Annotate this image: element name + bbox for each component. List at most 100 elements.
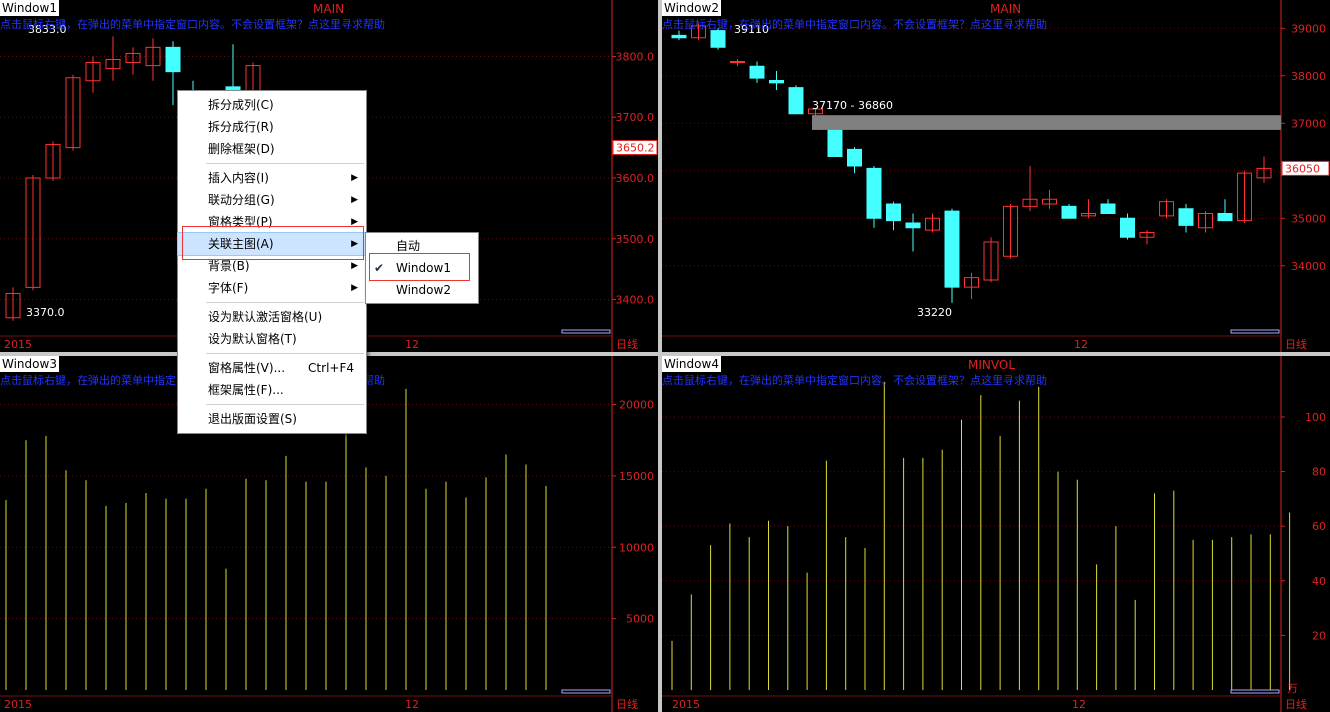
menu-item-label: 删除框架(D): [208, 142, 275, 156]
window1-help-hint[interactable]: 点击鼠标右键，在弹出的菜单中指定窗口内容。不会设置框架？点这里寻求帮助: [0, 16, 385, 32]
candle-body: [671, 34, 687, 39]
x-axis-label: 12: [405, 698, 419, 711]
candle-body: [1061, 205, 1077, 219]
menu-item[interactable]: 退出版面设置(S): [178, 408, 366, 430]
scroll-indicator: [561, 329, 611, 334]
menu-item-label: 窗格属性(V)...: [208, 361, 286, 375]
submenu-item[interactable]: ✔ Window1: [366, 257, 478, 279]
menu-item[interactable]: 设为默认激活窗格(U): [178, 306, 366, 328]
candle-body: [1100, 203, 1116, 214]
menu-item[interactable]: 设为默认窗格(T): [178, 328, 366, 350]
y-tick-label: 3800.0: [616, 50, 655, 63]
y-tick-label: 3700.0: [616, 111, 655, 124]
menu-item-label: 退出版面设置(S): [208, 412, 297, 426]
submenu-item-label: Window2: [396, 283, 451, 297]
window4-pane-type: MINVOL: [968, 358, 1015, 372]
menu-item-label: 设为默认窗格(T): [208, 332, 297, 346]
window2-help-hint[interactable]: 点击鼠标右键，在弹出的菜单中指定窗口内容。不会设置框架？点这里寻求帮助: [662, 16, 1047, 32]
x-axis-label: 12: [1072, 698, 1086, 711]
menu-item-label: 字体(F): [208, 281, 249, 295]
context-menu: 拆分成列(C) 拆分成行(R) 删除框架(D) 插入内容(I) ▶ 联动分组(G) ▶ 窗格类…: [177, 90, 367, 434]
window2-pane[interactable]: 39000380003700036000350003400012日线391103…: [662, 0, 1330, 352]
menu-item-shortcut: Ctrl+F4: [308, 361, 354, 375]
menu-separator: [206, 353, 364, 354]
menu-separator: [206, 163, 364, 164]
menu-item-label: 插入内容(I): [208, 171, 269, 185]
period-label: 日线: [616, 337, 638, 351]
submenu-item[interactable]: 自动: [366, 235, 478, 257]
menu-item[interactable]: 字体(F) ▶: [178, 277, 366, 299]
window4-help-hint[interactable]: 点击鼠标右键，在弹出的菜单中指定窗口内容。不会设置框架？点这里寻求帮助: [662, 372, 1047, 388]
menu-item-label: 背景(B): [208, 259, 250, 273]
low-price-label: 33220: [917, 306, 952, 319]
x-axis-label: 2015: [4, 698, 32, 711]
submenu-arrow-icon: ▶: [351, 195, 358, 205]
window1-pane-type: MAIN: [313, 2, 345, 16]
submenu-arrow-icon: ▶: [351, 261, 358, 271]
menu-separator: [206, 404, 364, 405]
link-main-chart-submenu: 自动 ✔ Window1 Window2: [365, 232, 479, 304]
x-axis-label: 12: [405, 338, 419, 351]
y-tick-label: 5000: [626, 613, 654, 626]
submenu-item[interactable]: Window2: [366, 279, 478, 301]
menu-item[interactable]: 窗格属性(V)... Ctrl+F4: [178, 357, 366, 379]
x-axis-label: 2015: [4, 338, 32, 351]
candle-body: [165, 46, 181, 73]
window4-pane[interactable]: 100 80 60 40 20 2015 12 日线 万 Window4 MINVOL 点击鼠标…: [662, 356, 1330, 712]
candle-body: [847, 148, 862, 167]
menu-item[interactable]: 插入内容(I) ▶: [178, 167, 366, 189]
candle-body: [944, 210, 960, 288]
candle-body: [788, 87, 804, 115]
menu-item[interactable]: 联动分组(G) ▶: [178, 189, 366, 211]
candle-body: [730, 61, 745, 63]
y-tick-label: 40: [1312, 575, 1326, 588]
y-tick-label: 80: [1312, 466, 1326, 479]
menu-item-label: 窗格类型(P): [208, 215, 273, 229]
menu-item[interactable]: 背景(B) ▶: [178, 255, 366, 277]
y-tick-label: 10000: [619, 541, 654, 554]
low-price-label: 3370.0: [26, 306, 65, 319]
gap-band: [812, 115, 1281, 130]
menu-item-label: 关联主图(A): [208, 237, 274, 251]
y-tick-label: 3600.0: [616, 172, 655, 185]
y-tick-label: 34000: [1291, 260, 1326, 273]
menu-item[interactable]: 框架属性(F)...: [178, 379, 366, 401]
menu-item[interactable]: 拆分成行(R): [178, 116, 366, 138]
gap-label: 37170 - 36860: [812, 99, 893, 112]
menu-item[interactable]: 关联主图(A) ▶: [177, 232, 367, 256]
submenu-item-label: Window1: [396, 261, 451, 275]
y-tick-label: 100: [1305, 411, 1326, 424]
y-tick-label: 20000: [619, 399, 654, 412]
x-axis-label: 12: [1074, 338, 1088, 351]
menu-item[interactable]: 拆分成列(C): [178, 94, 366, 116]
checkmark-icon: ✔: [374, 261, 385, 275]
menu-item-label: 拆分成行(R): [208, 120, 274, 134]
window1-title: Window1: [0, 0, 59, 16]
window4-minvol-chart: 100 80 60 40 20 2015 12 日线 万: [662, 356, 1326, 712]
candle-body: [1217, 213, 1233, 222]
last-price-label: 36050: [1285, 162, 1320, 175]
last-price-label: 3650.2: [616, 141, 655, 154]
candle-body: [710, 30, 726, 48]
y-tick-label: 3400.0: [616, 294, 655, 307]
candle-body: [827, 129, 843, 157]
period-label: 日线: [616, 697, 638, 711]
menu-item-label: 联动分组(G): [208, 193, 275, 207]
menu-item-label: 拆分成列(C): [208, 98, 274, 112]
unit-label: 万: [1287, 682, 1298, 695]
candle-body: [866, 167, 882, 219]
scroll-indicator: [1230, 329, 1280, 334]
window2-title: Window2: [662, 0, 721, 16]
submenu-item-label: 自动: [396, 239, 421, 253]
menu-item[interactable]: 删除框架(D): [178, 138, 366, 160]
y-tick-label: 15000: [619, 470, 654, 483]
submenu-arrow-icon: ▶: [351, 217, 358, 227]
y-tick-label: 39000: [1291, 22, 1326, 35]
candle-body: [749, 65, 765, 79]
period-label: 日线: [1285, 697, 1307, 711]
candle-body: [769, 80, 784, 84]
y-tick-label: 60: [1312, 520, 1326, 533]
x-axis-label: 2015: [672, 698, 700, 711]
menu-item-label: 设为默认激活窗格(U): [208, 310, 323, 324]
menu-item[interactable]: 窗格类型(P) ▶: [178, 211, 366, 233]
